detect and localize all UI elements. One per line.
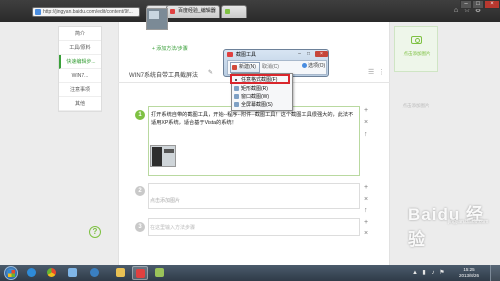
options-icon [302,63,307,69]
nav-item-intro[interactable]: 简介 [59,27,101,41]
snip-options-button[interactable]: 选项(O) [302,62,325,69]
scissors-icon [227,52,233,57]
step-2-move-icon[interactable]: ↑ [364,207,368,215]
step-2-add-icon[interactable]: + [364,184,368,192]
close-button[interactable]: × [484,0,500,9]
explorer-icon[interactable] [65,266,81,280]
clock-date: 2013/8/26 [458,273,480,278]
step-1-text[interactable]: 打开系统自带的截图工具，开始--程序--附件--截图工具！这个截图工具很强大的，… [151,111,357,127]
step-1-move-icon[interactable]: ↑ [364,131,368,139]
tab-label: 百度经验_编辑器 [178,8,216,14]
menu-item-rectangle[interactable]: 矩形截图(R) [232,85,294,93]
tab-close-icon[interactable]: × [212,6,216,17]
add-step-link[interactable]: + 添加方法/步骤 [152,45,188,52]
step-number-3: 3 [135,222,145,232]
window-snip-icon [234,94,239,99]
snip-options-label: 选项(O) [308,63,326,69]
address-text: http://jingyan.baidu.com/edit/content/9f… [43,9,133,15]
snipping-tool-icon[interactable] [132,266,148,280]
menu-item-label: 窗口截图(W) [241,94,270,100]
watermark-brand: Baidu 经验 [408,205,484,249]
nav-item-quick-edit[interactable]: 快速编辑步... [59,55,101,69]
menu-item-label: 全屏幕截图(S) [241,102,273,108]
flag-icon[interactable]: ⚑ [439,270,445,276]
start-button[interactable] [4,266,18,280]
previous-step-image[interactable] [146,8,168,30]
step-number-2: 2 [135,186,145,196]
step-2-remove-icon[interactable]: × [364,196,368,204]
step-2-upload-link[interactable]: 点击添加图片 [150,197,180,204]
snip-close-button[interactable]: × [315,51,328,57]
fullscreen-snip-icon [234,102,239,107]
watermark-url: jingyan.baidu.com [448,219,489,225]
left-nav: 简介 工具/原料 快速编辑步... WIN7... 注意事项 其他 [58,26,102,112]
snip-cancel-button[interactable]: 取消(C) [262,63,279,70]
page-icon [35,9,41,15]
upload-panel-label: 点击添加图片 [403,51,431,56]
snip-maximize-button[interactable]: □ [305,51,312,57]
nav-item-notes[interactable]: 注意事项 [59,83,101,97]
folder-icon[interactable] [113,266,129,280]
taskbar: ▲ ▮ ♪ ⚑ 15:25 2013/8/26 [0,265,500,281]
tab-favicon [170,9,175,14]
media-player-icon[interactable] [87,266,103,280]
rectangle-snip-icon [234,86,239,91]
home-icon[interactable]: ⌂ [452,7,460,15]
highlight-box [230,74,290,84]
upload-hint: 点击添加图片 [402,103,430,108]
grid-icon[interactable]: ⋮ [378,68,385,76]
tab-2[interactable]: 百度经验_编辑器 × [166,5,220,18]
snip-new-label: 新建(N) [239,64,256,70]
menu-item-fullscreen[interactable]: 全屏幕截图(S) [232,101,294,109]
ie-icon[interactable] [24,266,40,280]
nav-item-win7[interactable]: WIN7... [59,69,101,83]
tab-favicon [225,9,230,14]
list-icon[interactable]: ☰ [368,68,374,76]
help-button[interactable]: ? [89,226,101,238]
step-3-placeholder: 在这里输入方法步骤 [150,225,196,231]
minimize-button[interactable]: – [460,0,472,9]
volume-icon[interactable]: ♪ [430,270,436,276]
language-icon[interactable]: ▲ [412,270,418,276]
step-number-1: 1 [135,110,145,120]
image-upload-panel[interactable]: 点击添加图片 [394,26,438,72]
menu-item-label: 矩形截图(R) [241,86,268,92]
step-1-image[interactable] [150,145,176,167]
chrome-icon[interactable] [44,266,60,280]
step-1-remove-icon[interactable]: × [364,119,368,127]
snipping-tool-title: 截图工具 [236,52,257,58]
network-icon[interactable]: ▮ [421,270,427,276]
step-1-add-icon[interactable]: + [364,107,368,115]
snip-new-button[interactable]: 新建(N) [230,62,260,73]
snip-minimize-button[interactable]: – [296,51,303,57]
step-3-remove-icon[interactable]: × [364,230,368,238]
menu-item-window[interactable]: 窗口截图(W) [232,93,294,101]
maximize-button[interactable]: □ [472,0,484,9]
nav-item-tools[interactable]: 工具/原料 [59,41,101,55]
clock[interactable]: 15:25 2013/8/26 [453,267,485,279]
camera-icon [411,36,422,44]
browser-titlebar: http://jingyan.baidu.com/edit/content/9f… [0,0,500,22]
show-desktop-button[interactable] [490,265,500,281]
step-3-add-icon[interactable]: + [364,219,368,227]
upload-hint-panel: 点击添加图片 [394,90,438,120]
address-bar[interactable]: http://jingyan.baidu.com/edit/content/9f… [32,7,140,17]
edit-pencil-icon[interactable]: ✎ [208,69,213,76]
new-snip-icon [232,65,237,70]
nav-item-other[interactable]: 其他 [59,97,101,111]
section-title: WIN7系统自带工具截屏法 [129,73,199,79]
step-2-input[interactable] [148,183,360,209]
app-icon[interactable] [152,266,168,280]
tab-3[interactable] [221,5,247,18]
